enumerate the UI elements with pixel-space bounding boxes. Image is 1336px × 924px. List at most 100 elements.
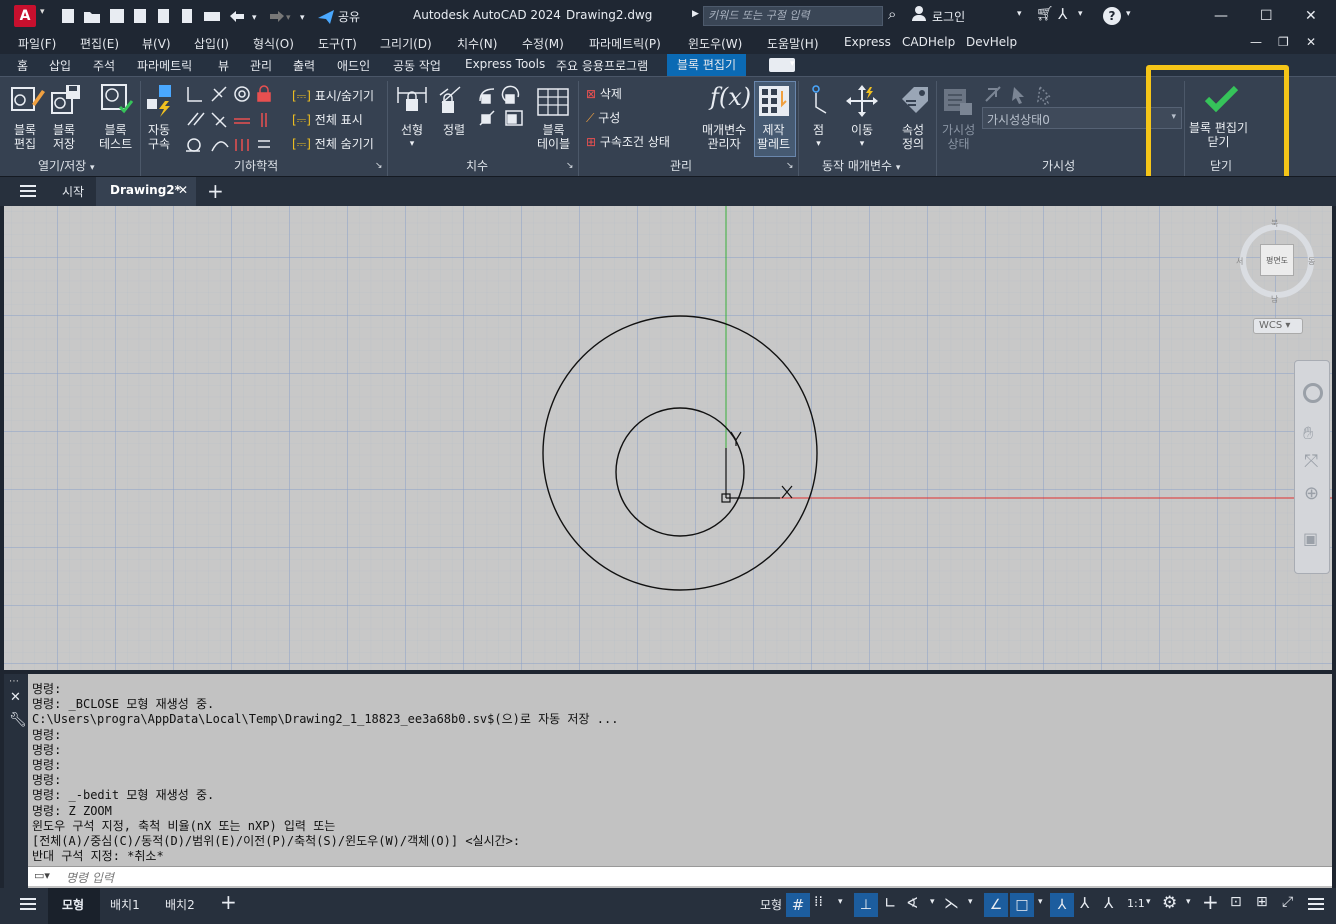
object-snap-icon[interactable]: □ [1010,893,1034,917]
pan-icon[interactable]: ✋︎ [1303,423,1313,444]
orbit-icon[interactable]: ⊕ [1304,483,1319,504]
tab-view[interactable]: 뷰 [218,57,229,74]
tab-start[interactable]: 시작 [48,177,100,206]
menu-dimension[interactable]: 치수(N) [457,35,497,52]
login-button[interactable]: 로그인 [932,8,965,25]
layout-tab-1[interactable]: 배치1 [110,896,140,913]
show-all-button[interactable]: [⎓] 전체 표시 [292,111,363,128]
new-tab-button[interactable]: + [207,179,224,203]
menu-cadhelp[interactable]: CADHelp [902,35,955,49]
menu-draw[interactable]: 그리기(D) [380,35,432,52]
tab-featured-apps[interactable]: 주요 응용프로그램 [556,57,648,74]
user-icon[interactable] [912,6,926,22]
menu-devhelp[interactable]: DevHelp [966,35,1017,49]
menu-modify[interactable]: 수정(M) [522,35,564,52]
menu-window[interactable]: 윈도우(W) [688,35,742,52]
command-prompt-icon[interactable]: ▭▾ [34,869,50,882]
doc-restore-icon[interactable]: ❐ [1278,35,1289,49]
menu-parametric[interactable]: 파라메트릭(P) [589,35,661,52]
command-grip-dots-icon[interactable]: ⋯ [9,676,19,687]
layout-tab-model[interactable]: 모형 [48,888,100,924]
menu-format[interactable]: 형식(O) [253,35,294,52]
tab-insert[interactable]: 삽입 [49,57,71,74]
menu-insert[interactable]: 삽입(I) [194,35,229,52]
snap-dropdown-icon[interactable]: ▾ [838,897,843,907]
aligned-dimension-button[interactable]: 정렬 [443,123,465,137]
tab-home[interactable]: 홈 [17,57,28,74]
drawing-canvas[interactable]: 평면도 북 남 서 동 WCS ▾ ✋︎ ⤧ ⊕ ▣ [4,206,1332,670]
search-input[interactable]: 키워드 또는 구절 입력 [703,6,883,26]
show-hide-button[interactable]: [⎓] 표시/숨기기 [292,87,374,104]
tab-drawing2[interactable]: Drawing2* ✕ [96,177,196,207]
polar-dropdown-icon[interactable]: ▾ [930,897,935,907]
menu-view[interactable]: 뷰(V) [142,35,171,52]
linear-dimension-button[interactable]: 선형 ▾ [401,123,423,151]
workspace-dropdown-icon[interactable]: ▾ [1186,897,1191,907]
snap-mode-icon[interactable]: ⁞⁞ [814,894,823,910]
viewcube-east[interactable]: 동 [1308,256,1315,267]
drawing-area-svg[interactable] [4,206,1332,670]
steering-wheel-icon[interactable] [1303,383,1323,403]
tab-output[interactable]: 출력 [293,57,315,74]
parameters-manager-button[interactable]: 매개변수 관리자 [702,123,746,151]
share-label[interactable]: 공유 [338,8,360,25]
isolate-objects-icon[interactable]: ⊞ [1256,894,1268,910]
construction-button[interactable]: ⟋ 구성 [586,109,620,126]
annotation-scale-icon[interactable]: ⅄ [1104,894,1113,912]
move-action-button[interactable]: 이동 ▾ [851,123,873,151]
panel-open-save-label[interactable]: 열기/저장 ▾ [38,157,95,174]
showmotion-icon[interactable]: ▣ [1303,529,1318,548]
tab-addins[interactable]: 애드인 [337,57,370,74]
point-parameter-button[interactable]: 점 ▾ [813,123,824,151]
doc-close-icon[interactable]: ✕ [1306,35,1316,49]
file-tab-menu-icon[interactable] [20,185,36,197]
grid-toggle-icon[interactable]: # [786,893,810,917]
command-window-grip[interactable] [4,674,28,888]
app-menu-arrow-icon[interactable]: ▾ [40,7,45,17]
annotation-monitor-icon[interactable]: + [1202,890,1219,914]
annotation-scale-value[interactable]: 1:1 [1127,897,1145,910]
autodesk-a360-icon[interactable]: ⅄ [1058,5,1067,23]
units-icon[interactable]: ⊡ [1230,894,1242,910]
layout-tab-2[interactable]: 배치2 [165,896,195,913]
scale-dropdown-icon[interactable]: ▾ [1146,897,1151,907]
block-table-button[interactable]: 블록 테이블 [537,123,570,151]
wcs-dropdown[interactable]: WCS ▾ [1253,318,1303,334]
login-dropdown-icon[interactable]: ▾ [1017,9,1022,19]
command-input-row[interactable]: ▭▾ 명령 입력 [28,866,1332,886]
visibility-states-button[interactable]: 가시성 상태 [942,123,975,151]
close-tab-icon[interactable]: ✕ [178,183,188,197]
hide-all-button[interactable]: [⎓] 전체 숨기기 [292,135,374,152]
tab-annotate[interactable]: 주석 [93,57,115,74]
polar-tracking-icon[interactable]: ∢ [906,894,919,912]
auto-constrain-button[interactable]: 자동 구속 [148,123,170,151]
tab-manage[interactable]: 관리 [250,57,272,74]
help-icon[interactable]: ? [1103,7,1121,25]
block-edit-button[interactable]: 블록 편집 [14,123,36,151]
viewcube-west[interactable]: 서 [1236,256,1243,267]
auto-scale-icon[interactable]: ⅄ [1080,894,1089,912]
help-dropdown-icon[interactable]: ▾ [1126,9,1131,19]
menu-help[interactable]: 도움말(H) [767,35,819,52]
layout-menu-icon[interactable] [20,898,36,910]
cart-icon[interactable]: 🛒︎ [1036,6,1054,22]
maximize-window-icon[interactable]: ☐ [1260,8,1273,24]
menu-express[interactable]: Express [844,35,891,49]
viewcube-north[interactable]: 북 [1271,218,1278,229]
tab-express-tools[interactable]: Express Tools [465,57,545,71]
geometric-dialog-launcher-icon[interactable]: ↘ [375,161,383,171]
customization-menu-icon[interactable] [1308,898,1324,910]
a360-dropdown-icon[interactable]: ▾ [1078,9,1083,19]
menu-tools[interactable]: 도구(T) [318,35,357,52]
fullscreen-icon[interactable]: ⤢ [1282,894,1293,910]
isometric-dropdown-icon[interactable]: ▾ [968,897,973,907]
attribute-definition-button[interactable]: 속성 정의 [902,123,924,151]
search-icon[interactable]: ⌕ [888,5,896,23]
search-expand-arrow-icon[interactable]: ▶ [692,9,699,19]
zoom-extents-icon[interactable]: ⤧ [1304,451,1318,472]
menu-file[interactable]: 파일(F) [18,35,56,52]
command-close-icon[interactable]: ✕ [10,690,21,705]
constraint-status-button[interactable]: ⊞ 구속조건 상태 [586,133,670,150]
infer-constraints-icon[interactable]: ⊥ [854,893,878,917]
ribbon-display-arrow-icon[interactable]: ▾ [790,59,795,69]
